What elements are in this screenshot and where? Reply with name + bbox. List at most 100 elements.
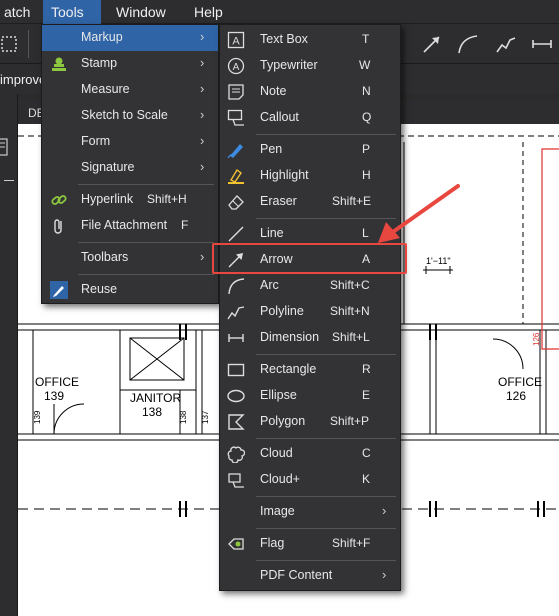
line-icon [228,226,244,242]
markup-item-image[interactable]: Image › [220,499,400,525]
submenu-chevron-icon: › [200,107,205,122]
menu-window[interactable]: Window [108,0,174,24]
cloud-plus-icon [228,473,244,488]
door-number-138: 138 [179,410,188,424]
menu-item-label: Flag [260,536,285,550]
markup-item-text-box[interactable]: A Text Box T [220,27,400,53]
door-number-126: 126 [532,332,541,346]
menu-item-label: Pen [260,142,283,156]
toolbar-arc-icon[interactable] [456,32,480,56]
tools-menu-item-sketch-to-scale[interactable]: Sketch to Scale › [42,103,218,129]
menu-tools[interactable]: Tools [43,0,101,24]
room-number-126: 126 [506,389,526,403]
menu-item-label: Polygon [260,414,306,428]
submenu-chevron-icon: › [382,567,387,582]
menu-separator [256,438,396,439]
submenu-chevron-icon: › [200,81,205,96]
tools-menu-item-toolbars[interactable]: Toolbars › [42,245,218,271]
menu-item-label: Rectangle [260,362,317,376]
dimension-icon [228,334,244,342]
menu-item-shortcut: L [362,226,369,240]
tools-menu-item-hyperlink[interactable]: Hyperlink Shift+H [42,187,218,213]
menu-item-shortcut: T [362,32,370,46]
menu-help[interactable]: Help [186,0,231,24]
markup-item-arrow[interactable]: Arrow A [220,247,400,273]
markup-item-pdf-content[interactable]: PDF Content › [220,563,400,589]
tools-menu-item-signature[interactable]: Signature › [42,155,218,181]
menu-item-label: Arrow [260,252,293,266]
menu-item-shortcut: A [362,252,371,266]
submenu-chevron-icon: › [200,55,205,70]
menu-separator [78,242,214,243]
tools-menu-item-markup[interactable]: Markup › [42,25,218,51]
submenu-chevron-icon: › [200,29,205,44]
menu-item-label: Note [260,84,287,98]
markup-item-ellipse[interactable]: Ellipse E [220,383,400,409]
menu-item-shortcut: Shift+F [332,536,371,550]
annotation-arrow-shaft [388,184,460,236]
menu-item-label: Dimension [260,330,320,344]
annotation-arrow-head [378,222,400,243]
menu-item-shortcut: Shift+L [332,330,370,344]
dimension-label: 1'−11" [426,256,451,266]
markup-item-arc[interactable]: Arc Shift+C [220,273,400,299]
select-region-icon[interactable] [0,32,24,56]
room-number-139: 139 [44,389,64,403]
markup-item-note[interactable]: Note N [220,79,400,105]
menu-separator [78,274,214,275]
ellipse-icon [227,389,245,403]
menu-item-shortcut: Shift+H [147,192,187,206]
menu-item-shortcut: K [362,472,371,486]
panel-icon[interactable] [0,138,8,156]
menu-item-label: Measure [81,82,130,96]
menu-item-label: Callout [260,110,299,124]
reuse-icon [50,281,68,299]
toolbar-polyline-icon[interactable] [494,32,518,56]
markup-item-typewriter[interactable]: A Typewriter W [220,53,400,79]
highlight-icon [228,168,244,184]
eraser-icon [228,195,244,210]
markup-item-polygon[interactable]: Polygon Shift+P [220,409,400,435]
tools-menu-item-file-attachment[interactable]: File Attachment F [42,213,218,239]
menu-item-label: Cloud+ [260,472,300,486]
markup-item-polyline[interactable]: Polyline Shift+N [220,299,400,325]
menu-item-shortcut: C [362,446,371,460]
tools-menu-item-form[interactable]: Form › [42,129,218,155]
toolbar-arrow-icon[interactable] [420,32,444,56]
menu-separator [256,134,396,135]
tools-menu-item-stamp[interactable]: Stamp › [42,51,218,77]
markup-item-callout[interactable]: Callout Q [220,105,400,131]
menu-separator [78,184,214,185]
toolbar-dimension-icon[interactable] [530,32,554,56]
menu-item-shortcut: Shift+C [330,278,370,292]
menu-separator [256,528,396,529]
menu-item-label: Stamp [81,56,118,70]
room-name-office-139: OFFICE [35,375,79,389]
menu-item-label: Polyline [260,304,304,318]
tools-menu-item-reuse[interactable]: Reuse [42,277,218,303]
menu-batch[interactable]: atch [0,0,38,24]
menu-item-shortcut: E [362,388,371,402]
markup-item-rectangle[interactable]: Rectangle R [220,357,400,383]
rectangle-icon [227,363,245,377]
room-name-office-126: OFFICE [498,375,542,389]
typewriter-icon: A [227,57,245,75]
markup-item-flag[interactable]: Flag Shift+F [220,531,400,557]
tools-menu-item-measure[interactable]: Measure › [42,77,218,103]
menu-item-label: Cloud [260,446,293,460]
markup-item-pen[interactable]: Pen P [220,137,400,163]
menu-item-label: Arc [260,278,279,292]
callout-icon [227,109,244,126]
menu-item-label: Line [260,226,284,240]
menu-item-label: Toolbars [81,250,129,264]
markup-item-cloud-plus[interactable]: Cloud+ K [220,467,400,493]
menu-item-label: Highlight [260,168,309,182]
markup-item-dimension[interactable]: Dimension Shift+L [220,325,400,351]
svg-text:A: A [233,62,240,73]
panel-divider [4,180,14,181]
door-number-137: 137 [201,410,210,424]
markup-item-cloud[interactable]: Cloud C [220,441,400,467]
arrow-icon [228,253,243,268]
pen-icon [227,144,243,159]
paperclip-icon [54,219,62,234]
